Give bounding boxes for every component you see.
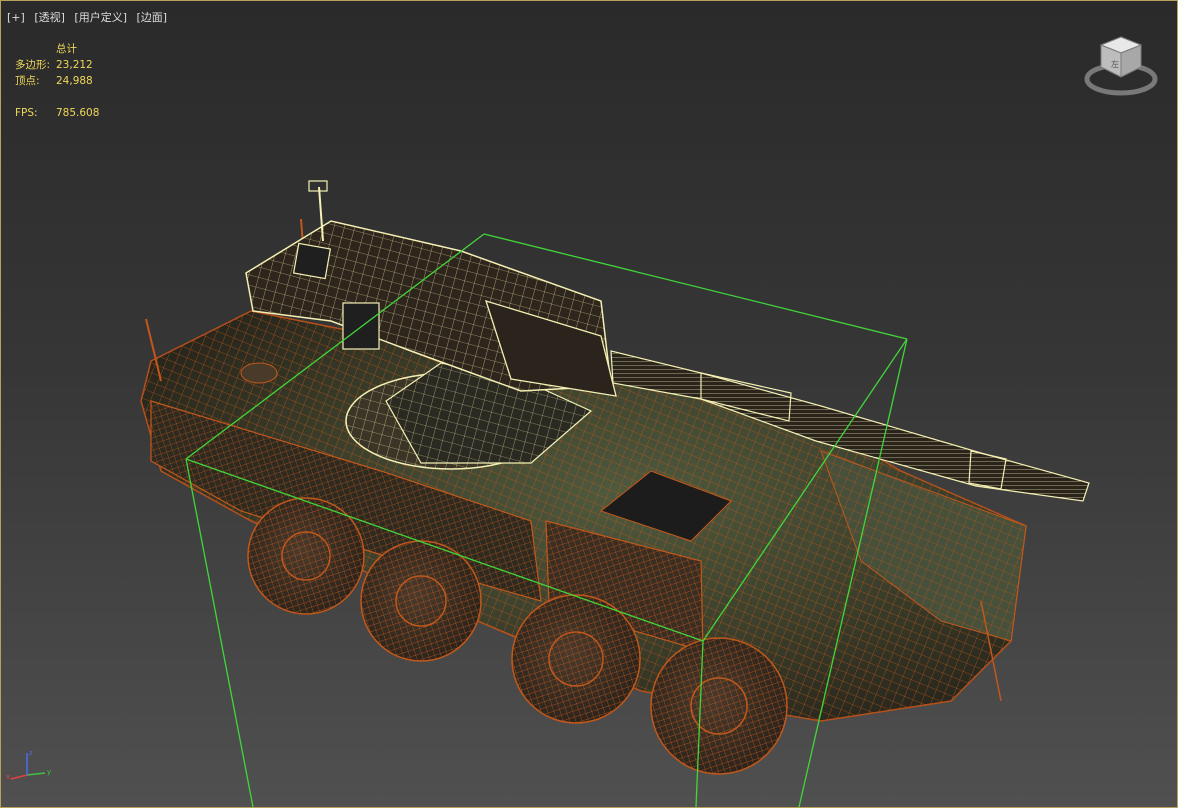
wheel-2[interactable] (360, 540, 482, 662)
wheel-3[interactable] (511, 594, 641, 724)
viewport-perspective[interactable]: [+] [透视] [用户定义] [边面] 总计 多边形: 23,212 顶点: 24… (0, 0, 1178, 808)
axis-x-label: x (6, 773, 10, 781)
wheel-4[interactable] (650, 637, 788, 775)
axis-y-label: y (47, 768, 51, 776)
viewcube-face-label: 左 (1111, 59, 1119, 69)
axis-tripod-gizmo: x y z (6, 749, 51, 781)
tank-model-wireframe[interactable] (1, 1, 1177, 807)
viewcube[interactable]: 左 (1081, 31, 1161, 103)
axis-z-label: z (29, 749, 33, 757)
